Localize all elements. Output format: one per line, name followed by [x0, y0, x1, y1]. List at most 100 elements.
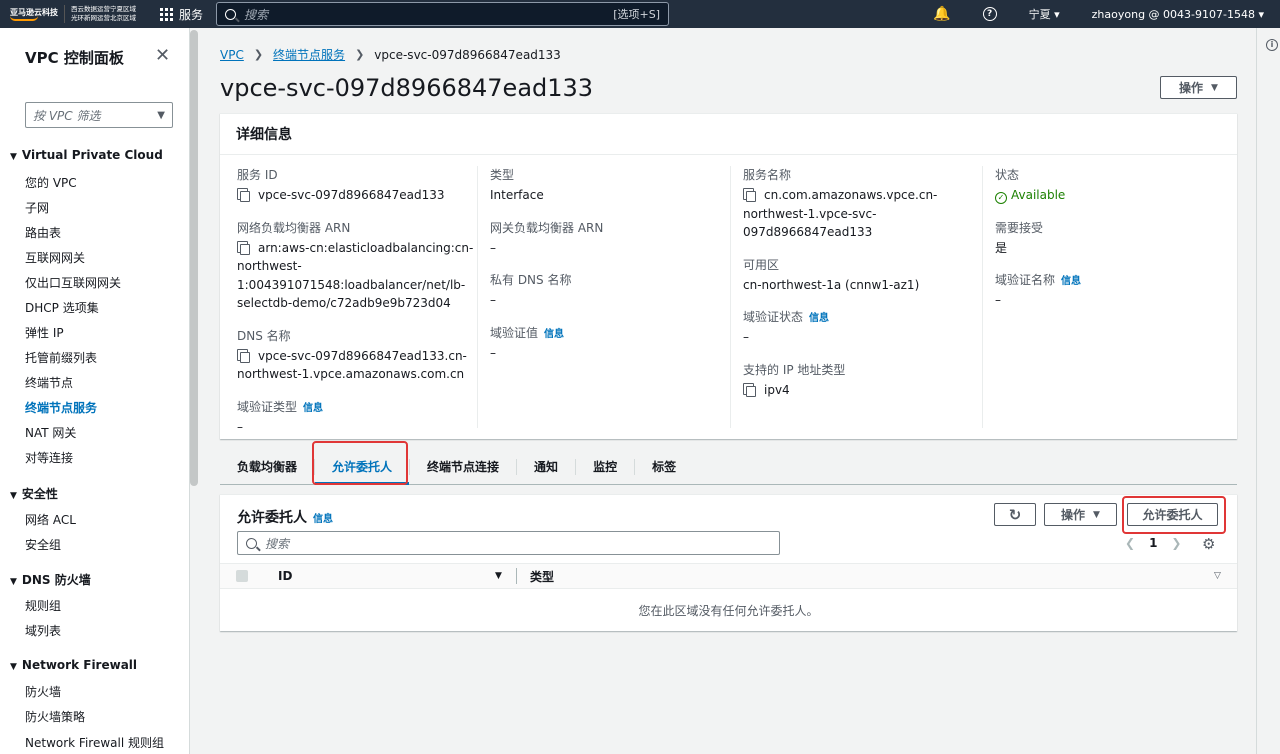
- sort-down-icon[interactable]: ▼: [495, 571, 502, 581]
- service-name-label: 服务名称: [743, 168, 792, 182]
- sidebar-item-route-tables[interactable]: 路由表: [25, 224, 61, 241]
- copy-icon[interactable]: [743, 382, 756, 397]
- sidebar-item-nat-gateways[interactable]: NAT 网关: [25, 424, 76, 441]
- sidebar-section-vpc[interactable]: ▼ Virtual Private Cloud: [10, 148, 163, 162]
- close-icon[interactable]: ✕: [155, 45, 170, 66]
- chevron-left-icon[interactable]: ❮: [1125, 536, 1135, 550]
- search-shortcut: [选项+S]: [613, 8, 660, 21]
- domain-status-label: 域验证状态: [743, 310, 804, 324]
- bell-icon[interactable]: 🔔: [917, 6, 966, 22]
- status-badge: ✓ Available: [995, 186, 1222, 205]
- info-icon[interactable]: i: [1266, 39, 1278, 51]
- info-link[interactable]: 信息: [809, 313, 829, 324]
- brand-logo[interactable]: 亚马逊云科技 西云数据运营宁夏区域 光环新网运营北京区域: [0, 0, 150, 28]
- refresh-button[interactable]: ↻: [994, 503, 1036, 526]
- domain-type-value: –: [237, 419, 243, 434]
- top-navigation: 亚马逊云科技 西云数据运营宁夏区域 光环新网运营北京区域 服务 搜索 [选项+S…: [0, 0, 1280, 28]
- chevron-right-icon[interactable]: ❯: [1171, 536, 1181, 550]
- copy-icon[interactable]: [237, 240, 250, 255]
- sidebar-item-subnets[interactable]: 子网: [25, 199, 49, 216]
- info-link[interactable]: 信息: [544, 329, 564, 340]
- copy-icon[interactable]: [743, 188, 756, 202]
- page-number[interactable]: 1: [1149, 536, 1157, 550]
- private-dns-value: –: [490, 293, 496, 307]
- sidebar-item-your-vpc[interactable]: 您的 VPC: [25, 174, 77, 191]
- search-icon: [246, 537, 257, 549]
- account-menu[interactable]: zhaoyong @ 0043-9107-1548 ▾: [1076, 8, 1280, 21]
- breadcrumb-current: vpce-svc-097d8966847ead133: [374, 47, 561, 62]
- highlight-box-tab: [312, 441, 408, 485]
- highlight-box-button: [1122, 496, 1226, 534]
- tab-endpoint-connections[interactable]: 终端节点连接: [409, 458, 516, 475]
- sidebar-item-elastic-ip[interactable]: 弹性 IP: [25, 324, 64, 341]
- principals-title: 允许委托人: [237, 510, 307, 526]
- help-icon[interactable]: ?: [982, 7, 997, 21]
- copy-icon[interactable]: [237, 188, 250, 202]
- info-link[interactable]: 信息: [313, 514, 333, 525]
- info-link[interactable]: 信息: [1061, 276, 1081, 287]
- service-name-value: cn.com.amazonaws.vpce.cn- northwest-1.vp…: [743, 188, 938, 239]
- column-header-type[interactable]: 类型: [530, 568, 554, 585]
- sidebar-item-egress-only-igw[interactable]: 仅出口互联网网关: [25, 274, 121, 291]
- az-value: cn-northwest-1a (cnnw1-az1): [743, 277, 920, 292]
- sidebar-item-firewall-policies[interactable]: 防火墙策略: [25, 708, 85, 725]
- sidebar-item-nf-rule-groups[interactable]: Network Firewall 规则组: [25, 734, 164, 751]
- select-all-checkbox[interactable]: [236, 570, 248, 582]
- sidebar-item-rule-groups[interactable]: 规则组: [25, 597, 61, 614]
- tab-monitoring[interactable]: 监控: [575, 458, 634, 475]
- domain-value-value: –: [490, 345, 496, 360]
- breadcrumb-vpc[interactable]: VPC: [220, 48, 244, 62]
- vpc-filter-select[interactable]: 按 VPC 筛选 ▼: [25, 102, 173, 128]
- sidebar-section-security[interactable]: ▼ 安全性: [10, 485, 58, 502]
- table-header: ID ▼ 类型 ▽: [220, 563, 1237, 589]
- sidebar-item-domain-lists[interactable]: 域列表: [25, 622, 61, 639]
- pagination: ❮ 1 ❯: [1125, 536, 1181, 550]
- sidebar-item-endpoints[interactable]: 终端节点: [25, 374, 73, 391]
- gear-icon[interactable]: ⚙: [1202, 535, 1215, 553]
- state-label: 状态: [995, 168, 1020, 182]
- refresh-icon: ↻: [1008, 505, 1022, 524]
- sidebar-item-peering[interactable]: 对等连接: [25, 449, 73, 466]
- dns-name-value: vpce-svc-097d8966847ead133.cn- northwest…: [237, 348, 467, 381]
- domain-value-label: 域验证值: [490, 325, 539, 340]
- global-search-placeholder: 搜索: [244, 7, 269, 22]
- az-label: 可用区: [743, 257, 780, 272]
- check-circle-icon: ✓: [995, 192, 1007, 204]
- sidebar-item-security-groups[interactable]: 安全组: [25, 536, 61, 553]
- triangle-down-icon: ▼: [10, 577, 17, 587]
- sort-icon[interactable]: ▽: [1214, 571, 1221, 581]
- info-link[interactable]: 信息: [303, 403, 323, 414]
- ip-type-value: ipv4: [764, 382, 790, 397]
- sidebar-item-dhcp-options[interactable]: DHCP 选项集: [25, 299, 99, 316]
- global-search-input[interactable]: 搜索 [选项+S]: [216, 2, 669, 26]
- sidebar-section-dns-firewall[interactable]: ▼ DNS 防火墙: [10, 571, 91, 588]
- sidebar-scrollbar[interactable]: [190, 30, 198, 486]
- logo-sub-2: 光环新网运营北京区域: [71, 14, 136, 22]
- tab-notifications[interactable]: 通知: [516, 458, 575, 475]
- sidebar-item-internet-gateways[interactable]: 互联网网关: [25, 249, 85, 266]
- domain-type-label: 域验证类型: [237, 399, 298, 414]
- tab-load-balancers[interactable]: 负载均衡器: [220, 459, 314, 475]
- breadcrumb-endpoint-services[interactable]: 终端节点服务: [273, 46, 345, 63]
- acceptance-label: 需要接受: [995, 220, 1044, 235]
- domain-status-value: –: [743, 330, 749, 344]
- gwlb-arn-value: –: [490, 240, 496, 255]
- copy-icon[interactable]: [237, 348, 250, 363]
- sidebar-section-network-firewall[interactable]: ▼ Network Firewall: [10, 658, 137, 672]
- sidebar-item-prefix-lists[interactable]: 托管前缀列表: [25, 349, 97, 366]
- tab-tags[interactable]: 标签: [634, 458, 693, 475]
- principals-search-input[interactable]: 搜索: [237, 531, 780, 555]
- triangle-down-icon: ▼: [10, 491, 17, 501]
- sidebar-item-endpoint-services[interactable]: 终端节点服务: [25, 399, 97, 416]
- sidebar-item-network-acl[interactable]: 网络 ACL: [25, 511, 76, 528]
- principals-actions-button[interactable]: 操作 ▼: [1044, 503, 1117, 526]
- column-header-id[interactable]: ID: [278, 569, 292, 583]
- actions-button[interactable]: 操作 ▼: [1160, 76, 1237, 99]
- grid-icon: [160, 7, 173, 21]
- region-selector[interactable]: 宁夏 ▾: [1013, 6, 1076, 22]
- type-label: 类型: [490, 168, 515, 182]
- sidebar-item-firewalls[interactable]: 防火墙: [25, 683, 61, 700]
- domain-name-value: –: [995, 293, 1001, 307]
- chevron-right-icon: ❯: [253, 48, 264, 61]
- services-menu-button[interactable]: 服务: [160, 6, 203, 23]
